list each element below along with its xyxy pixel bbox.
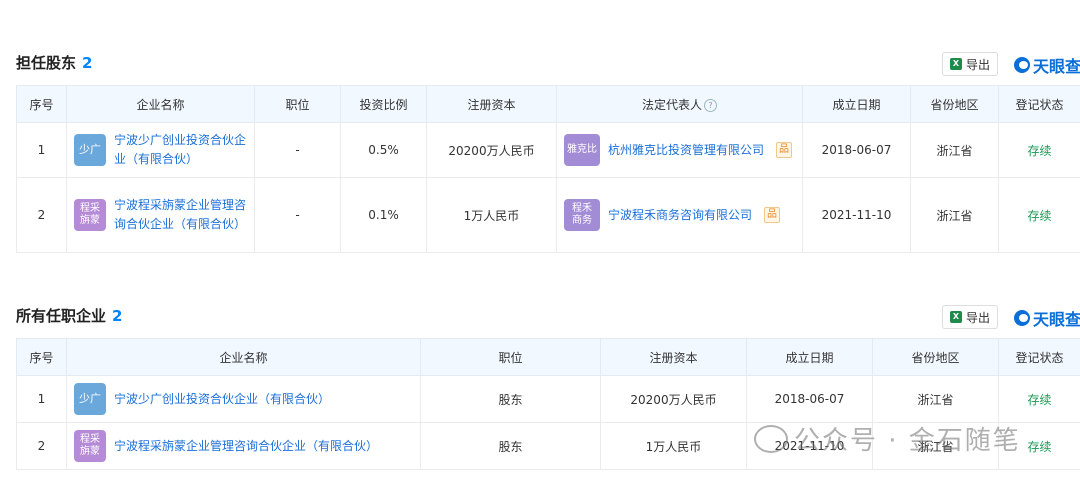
brand-icon [1014, 310, 1030, 326]
company-link[interactable]: 宁波少广创业投资合伙企业（有限合伙） [114, 390, 330, 409]
watermark: 公众号 · 金石随笔 [754, 420, 1021, 457]
export-button[interactable]: X 导出 [942, 305, 998, 329]
col-date: 成立日期 [746, 338, 873, 376]
table-header: 序号 企业名称 职位 注册资本 成立日期 省份地区 登记状态 [16, 338, 1080, 376]
employment-section: 所有任职企业 2 X 导出 天眼查 序号 企业名称 职位 注册资本 成立日期 省份… [16, 0, 1080, 480]
tianyancha-logo: 天眼查 [1014, 306, 1080, 330]
status-badge: 存续 [998, 375, 1080, 423]
excel-icon: X [949, 311, 962, 323]
col-position: 职位 [420, 338, 601, 376]
company-logo: 程采旃蒙 [74, 430, 106, 462]
section-title: 所有任职企业 2 [16, 307, 123, 325]
col-index: 序号 [16, 338, 67, 376]
col-region: 省份地区 [872, 338, 999, 376]
col-capital: 注册资本 [600, 338, 747, 376]
company-link[interactable]: 宁波程采旃蒙企业管理咨询合伙企业（有限合伙） [114, 437, 378, 456]
table-row: 1 少广 宁波少广创业投资合伙企业（有限合伙） 股东 20200万人民币 201… [16, 375, 1080, 423]
wechat-icon [754, 424, 788, 453]
col-status: 登记状态 [998, 338, 1080, 376]
section-count: 2 [112, 307, 123, 325]
col-company: 企业名称 [66, 338, 421, 376]
company-logo: 少广 [74, 383, 106, 415]
